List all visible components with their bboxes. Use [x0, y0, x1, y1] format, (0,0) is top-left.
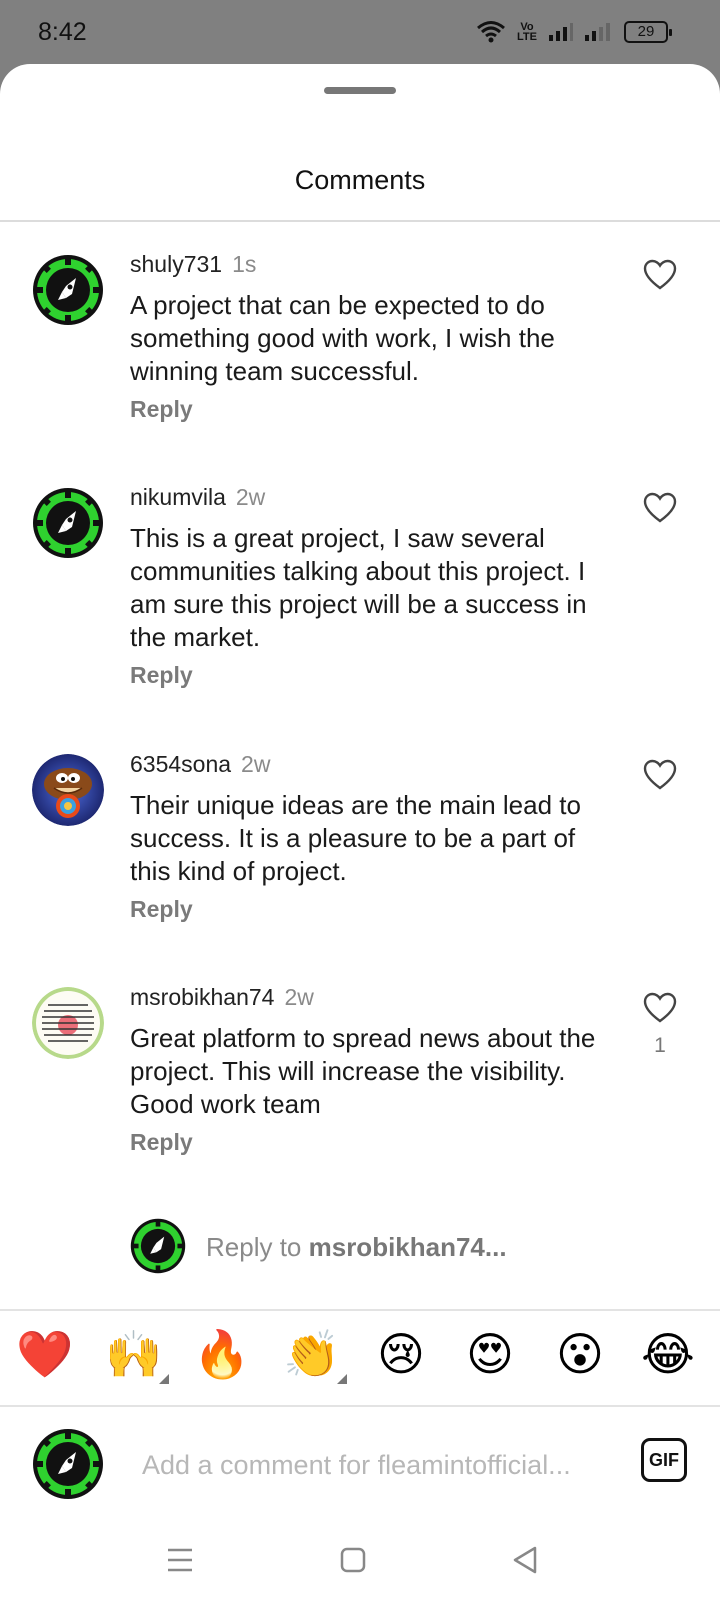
- rocket-chip-avatar-icon: [33, 255, 103, 325]
- divider: [0, 1309, 720, 1311]
- sheet-title: Comments: [294, 165, 426, 195]
- gif-button[interactable]: GIF: [641, 1438, 687, 1482]
- bengali-text-avatar-icon: [32, 987, 104, 1059]
- comments-sheet: Comments shuly731 1s A project that can …: [0, 64, 720, 1600]
- clapping-hands-emoji-button[interactable]: 👏: [280, 1322, 344, 1386]
- skin-tone-indicator: [159, 1374, 169, 1384]
- drag-handle[interactable]: [324, 87, 396, 94]
- reply-to-prefix: Reply to: [206, 1232, 309, 1262]
- current-user-avatar[interactable]: [32, 1428, 104, 1500]
- signal-icon: [549, 23, 573, 41]
- comment-text: A project that can be expected to do som…: [130, 290, 555, 386]
- comment-username[interactable]: nikumvila: [130, 484, 226, 510]
- reply-button[interactable]: Reply: [130, 662, 193, 689]
- reply-to-row[interactable]: Reply to msrobikhan74...: [130, 1218, 690, 1274]
- comment-username[interactable]: 6354sona: [130, 751, 231, 777]
- current-user-avatar: [130, 1218, 186, 1274]
- comment-input[interactable]: [142, 1445, 612, 1485]
- comment-text: Their unique ideas are the main lead to …: [130, 790, 581, 886]
- title-divider: [0, 220, 720, 222]
- comment-time: 2w: [241, 751, 271, 777]
- wifi-icon: [477, 21, 505, 43]
- heart-icon[interactable]: [643, 759, 677, 791]
- tears-of-joy-emoji-button[interactable]: 😂: [636, 1322, 700, 1386]
- red-heart-emoji-button[interactable]: ❤️: [13, 1322, 77, 1386]
- reply-button[interactable]: Reply: [130, 396, 193, 423]
- avatar[interactable]: [32, 254, 104, 326]
- comment-header: 6354sona 2w: [130, 751, 270, 778]
- comment-text: Great platform to spread news about the …: [130, 1023, 596, 1119]
- like-count: 1: [654, 1034, 666, 1057]
- battery-icon: 29: [624, 21, 672, 43]
- skin-tone-indicator: [337, 1374, 347, 1384]
- home-icon[interactable]: [333, 1540, 373, 1580]
- comment-header: msrobikhan74 2w: [130, 984, 314, 1011]
- reply-to-text: Reply to msrobikhan74...: [206, 1232, 507, 1263]
- comment-time: 1s: [232, 251, 257, 277]
- menu-icon[interactable]: [160, 1540, 200, 1580]
- comment-time: 2w: [284, 984, 314, 1010]
- back-icon[interactable]: [505, 1540, 545, 1580]
- status-icons: Vo LTE 29: [476, 18, 672, 46]
- comment-text: This is a great project, I saw several c…: [130, 523, 587, 652]
- reply-button[interactable]: Reply: [130, 896, 193, 923]
- comment-header: shuly731 1s: [130, 251, 256, 278]
- heart-eyes-emoji-button[interactable]: 😍: [458, 1322, 522, 1386]
- avatar[interactable]: [32, 754, 104, 826]
- cartoon-character-avatar-icon: [32, 754, 104, 826]
- reply-button[interactable]: Reply: [130, 1129, 193, 1156]
- comment-time: 2w: [235, 484, 266, 510]
- rocket-chip-avatar-icon: [33, 488, 103, 558]
- signal-icon-2: [585, 23, 610, 41]
- avatar[interactable]: [32, 987, 104, 1059]
- status-bar: 8:42 Vo LTE 29: [0, 0, 720, 70]
- divider: [0, 1405, 720, 1407]
- heart-icon[interactable]: [643, 492, 677, 524]
- status-time: 8:42: [38, 18, 87, 46]
- volte-label: Vo LTE: [517, 21, 537, 43]
- reply-to-username: msrobikhan74...: [308, 1232, 507, 1262]
- avatar[interactable]: [32, 487, 104, 559]
- comment-username[interactable]: msrobikhan74: [130, 984, 274, 1010]
- surprised-face-emoji-button[interactable]: 😮: [548, 1322, 612, 1386]
- fire-emoji-button[interactable]: 🔥: [190, 1322, 254, 1386]
- system-nav-bar: [0, 1520, 720, 1600]
- crying-face-emoji-button[interactable]: 😢: [369, 1322, 433, 1386]
- heart-icon[interactable]: [643, 259, 677, 291]
- raised-hands-emoji-button[interactable]: 🙌: [102, 1322, 166, 1386]
- comment-header: nikumvila 2w: [130, 484, 265, 511]
- heart-icon[interactable]: [643, 992, 677, 1024]
- comment-composer: GIF: [0, 1420, 720, 1510]
- emoji-reaction-bar: ❤️ 🙌 🔥 👏 😢 😍 😮 😂: [0, 1322, 720, 1394]
- rocket-chip-avatar-icon: [33, 1429, 103, 1499]
- comment-username[interactable]: shuly731: [130, 251, 222, 277]
